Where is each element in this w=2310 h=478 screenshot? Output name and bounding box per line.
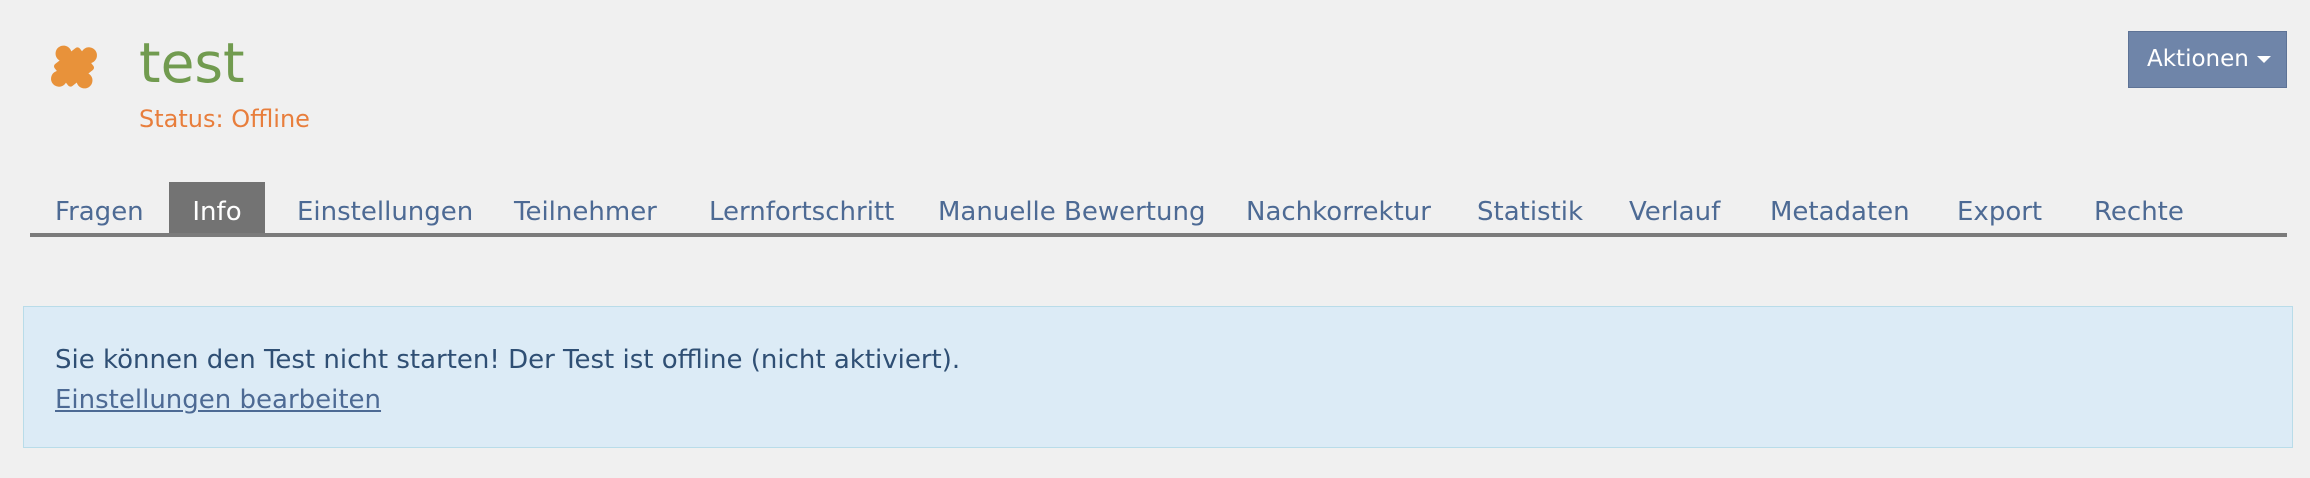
test-object-page: test Status: Offline Aktionen Fragen Inf… [0, 0, 2310, 478]
tab-manuelle-bewertung[interactable]: Manuelle Bewertung [938, 182, 1205, 233]
tab-rechte[interactable]: Rechte [2094, 182, 2184, 233]
puzzle-piece-icon [40, 36, 108, 98]
status-text: Status: Offline [139, 105, 310, 133]
tab-einstellungen[interactable]: Einstellungen [297, 182, 473, 233]
offline-message-text: Sie können den Test nicht starten! Der T… [55, 345, 961, 375]
tab-nachkorrektur[interactable]: Nachkorrektur [1246, 182, 1431, 233]
tab-info[interactable]: Info [169, 182, 265, 233]
tab-teilnehmer[interactable]: Teilnehmer [514, 182, 657, 233]
tab-statistik[interactable]: Statistik [1477, 182, 1583, 233]
edit-settings-link[interactable]: Einstellungen bearbeiten [55, 380, 381, 420]
tab-bar: Fragen Info Einstellungen Teilnehmer Ler… [30, 182, 2287, 237]
tab-export[interactable]: Export [1957, 182, 2042, 233]
page-title: test [139, 31, 245, 95]
tab-fragen[interactable]: Fragen [55, 182, 144, 233]
actions-button-label: Aktionen [2147, 46, 2249, 72]
actions-button[interactable]: Aktionen [2128, 31, 2287, 88]
info-message-box: Sie können den Test nicht starten! Der T… [23, 306, 2293, 448]
chevron-down-icon [2256, 56, 2271, 63]
tab-lernfortschritt[interactable]: Lernfortschritt [709, 182, 894, 233]
tab-metadaten[interactable]: Metadaten [1770, 182, 1910, 233]
tab-verlauf[interactable]: Verlauf [1629, 182, 1720, 233]
